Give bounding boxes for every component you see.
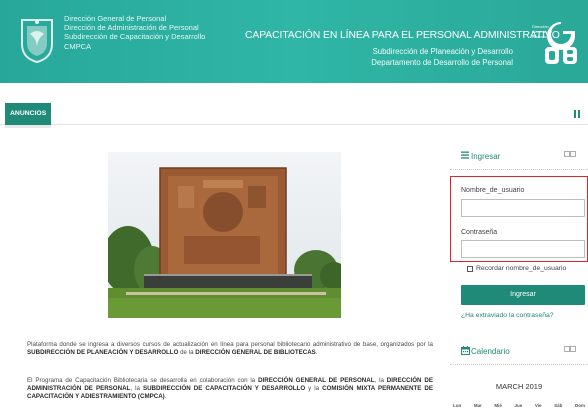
weekday-label: Lun	[453, 403, 462, 408]
dgb-logo-icon[interactable]	[541, 20, 581, 66]
username-input[interactable]	[461, 199, 585, 217]
lost-password-link[interactable]: ¿Ha extraviado la contraseña?	[461, 312, 554, 319]
remember-checkbox[interactable]	[467, 266, 473, 272]
site-title: CAPACITACIÓN EN LÍNEA PARA EL PERSONAL A…	[245, 30, 560, 41]
text-span: .	[315, 349, 318, 357]
bold-span: SUBDIRECCIÓN DE CAPACITACIÓN Y DESARROLL…	[142, 385, 306, 393]
login-block-title: Ingresar	[471, 152, 501, 161]
header-line: Dirección de Administración de Personal	[64, 23, 199, 33]
tab-anuncios[interactable]: ANUNCIOS	[5, 103, 52, 128]
password-label: Contraseña	[461, 229, 498, 236]
weekday-label: Mar	[473, 403, 482, 408]
text-span: de la	[178, 349, 196, 357]
site-header: Dirección General de Personal Dirección …	[0, 0, 588, 83]
calendar-block-header: Calendario	[450, 335, 588, 365]
weekday-label: Vie	[534, 403, 542, 408]
calendar-month: MARCH 2019	[495, 382, 543, 391]
bold-span: SUBDIRECCIÓN DE PLANEACIÓN Y DESARROLLO	[27, 349, 179, 357]
block-controls-icon[interactable]	[564, 346, 576, 352]
weekday-label: Dom	[574, 403, 585, 408]
login-block-header: Ingresar	[450, 140, 588, 170]
header-organization-lines: Dirección General de Personal Dirección …	[64, 14, 234, 51]
text-span: , la	[130, 385, 143, 393]
remember-username-label[interactable]: Recordar nombre_de_usuario	[476, 265, 566, 272]
bold-span: DIRECCIÓN GENERAL DE BIBLIOTECAS	[195, 349, 316, 357]
text-span: y la	[305, 385, 323, 393]
password-input[interactable]	[461, 240, 585, 258]
calendar-weekdays: Lun Mar Mié Jue Vie Sáb Dom	[453, 403, 585, 408]
intro-paragraph: Plataforma donde se ingresa a diversos c…	[27, 341, 433, 357]
weekday-label: Mié	[494, 403, 502, 408]
text-span: .	[164, 393, 167, 401]
username-label: Nombre_de_usuario	[461, 187, 525, 194]
header-line: Subdirección de Capacitación y Desarroll…	[64, 32, 206, 42]
login-button[interactable]: Ingresar	[461, 285, 585, 305]
calendar-block-title: Calendario	[471, 347, 510, 356]
bold-span: DIRECCIÓN GENERAL DE PERSONAL	[258, 377, 375, 384]
text-span: El Programa de Capacitación Bibliotecari…	[27, 377, 259, 384]
site-subtitle-1: Subdirección de Planeación y Desarrollo	[372, 47, 513, 56]
calendar-block: Calendario	[450, 335, 588, 365]
text-span: Plataforma donde se ingresa a diversos c…	[27, 341, 433, 348]
header-line: Dirección General de Personal	[64, 14, 167, 23]
text-span: , la	[374, 377, 387, 384]
program-paragraph: El Programa de Capacitación Bibliotecari…	[27, 377, 433, 402]
block-controls-icon[interactable]	[564, 151, 576, 157]
weekday-label: Jue	[514, 403, 523, 408]
unam-logo-icon[interactable]	[18, 14, 56, 64]
nav-toggle-icon[interactable]	[574, 110, 580, 118]
library-building-photo	[108, 152, 341, 318]
site-subtitle-2: Departamento de Desarrollo de Personal	[371, 58, 513, 67]
menu-lines-icon	[461, 151, 469, 159]
login-block: Ingresar	[450, 140, 588, 170]
navigation-bar: ANUNCIOS	[0, 103, 588, 128]
header-line: CMPCA	[64, 41, 92, 51]
calendar-icon	[461, 346, 470, 355]
weekday-label: Sáb	[554, 403, 563, 408]
